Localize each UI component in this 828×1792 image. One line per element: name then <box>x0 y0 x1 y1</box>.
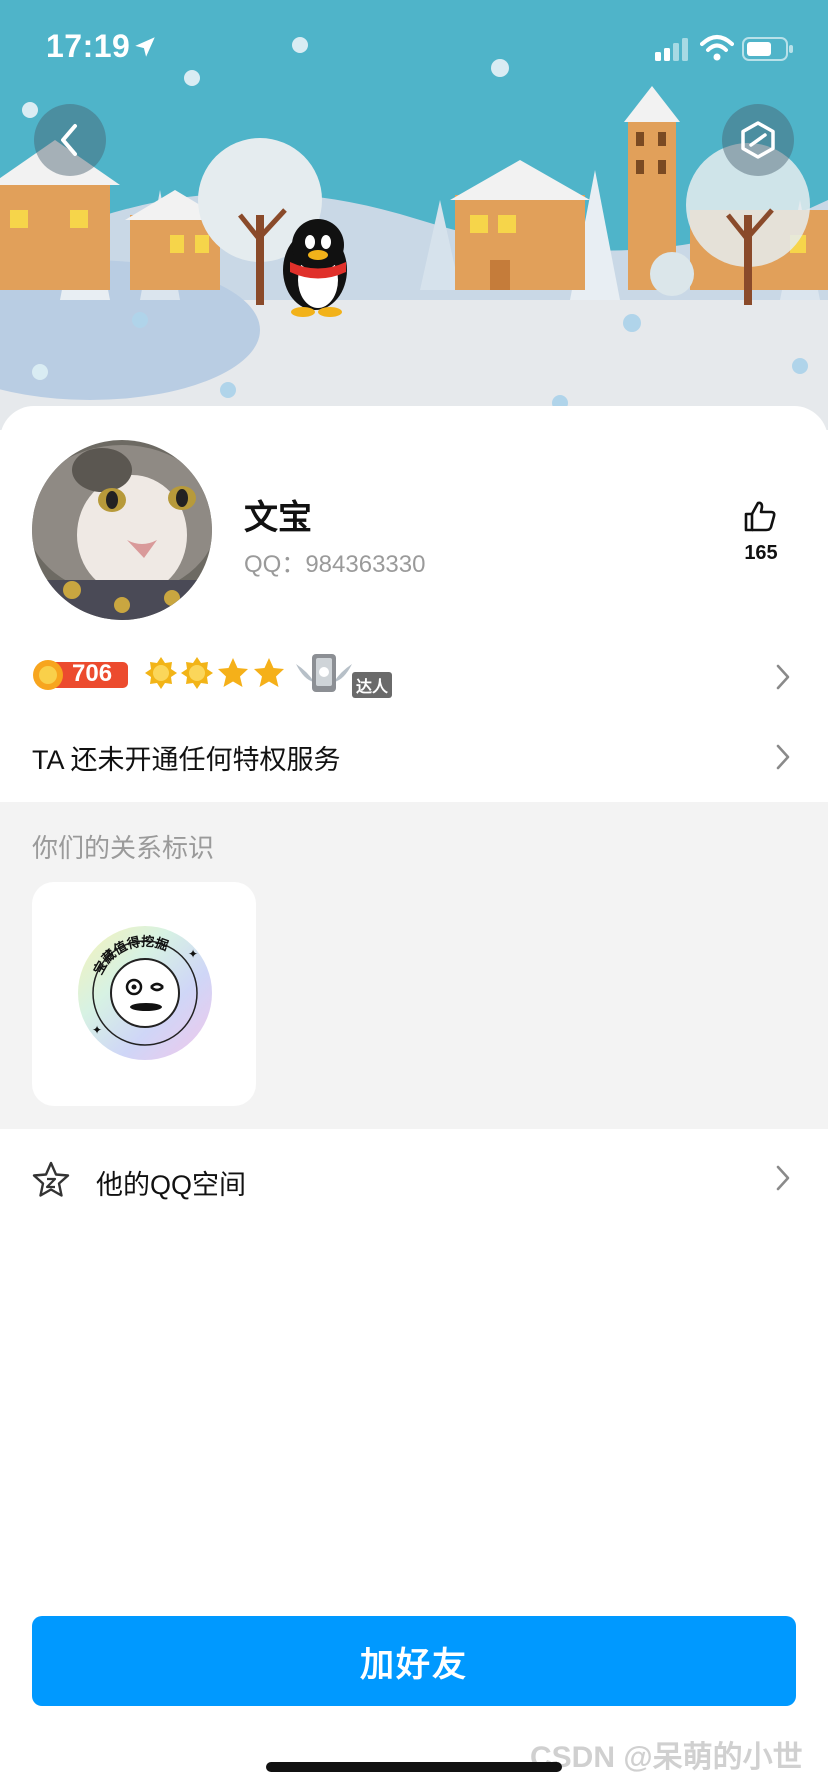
watermark: CSDN @呆萌的小世 <box>530 1741 803 1774</box>
chevron-right-icon <box>776 664 790 690</box>
back-button[interactable] <box>34 104 106 176</box>
chevron-left-icon <box>61 124 77 156</box>
nickname: 文宝 <box>244 499 312 537</box>
svg-text:✦: ✦ <box>92 1023 102 1037</box>
wifi-icon <box>700 35 734 61</box>
privilege-text: TA 还未开通任何特权服务 <box>32 745 341 775</box>
talent-label: 达人 <box>352 672 393 698</box>
status-time: 17:19 <box>46 28 131 64</box>
chevron-right-icon <box>776 1165 790 1191</box>
relation-badge-card[interactable]: 宝藏值得挖掘 ✦ ✦ <box>32 882 256 1106</box>
qq-number: QQ：984363330 <box>244 551 426 578</box>
level-number: 706 <box>72 660 113 687</box>
sun-icon <box>181 657 213 689</box>
hexagon-icon <box>741 121 775 159</box>
add-friend-button[interactable]: 加好友 <box>32 1616 796 1706</box>
relation-section: 你们的关系标识 宝藏值得挖掘 ✦ ✦ <box>0 802 828 1129</box>
location-arrow-icon <box>135 37 155 57</box>
avatar-cat-image <box>32 440 212 620</box>
qzone-row[interactable]: 他的QQ空间 <box>0 1129 828 1229</box>
battery-icon <box>742 37 793 61</box>
star-icon <box>218 658 248 687</box>
relation-title: 你们的关系标识 <box>32 833 215 863</box>
star-icon <box>254 658 284 687</box>
level-row[interactable]: 706 达人 <box>32 652 796 704</box>
qzone-star-icon <box>32 1161 70 1197</box>
chevron-right-icon <box>776 744 790 770</box>
thumbs-up-icon[interactable] <box>742 498 778 534</box>
home-indicator[interactable] <box>266 1762 562 1772</box>
qzone-label: 他的QQ空间 <box>96 1170 247 1200</box>
like-count: 165 <box>744 542 778 564</box>
sun-icon <box>145 657 177 689</box>
level-icons <box>144 656 286 696</box>
avatar[interactable] <box>32 440 212 620</box>
svg-text:✦: ✦ <box>188 947 198 961</box>
status-bar: 17:19 <box>0 0 828 100</box>
relation-badge-icon: 宝藏值得挖掘 ✦ ✦ <box>78 926 212 1060</box>
cellular-signal-icon <box>655 38 688 61</box>
privilege-row[interactable]: TA 还未开通任何特权服务 <box>0 720 828 790</box>
profile-card-style-button[interactable] <box>722 104 794 176</box>
